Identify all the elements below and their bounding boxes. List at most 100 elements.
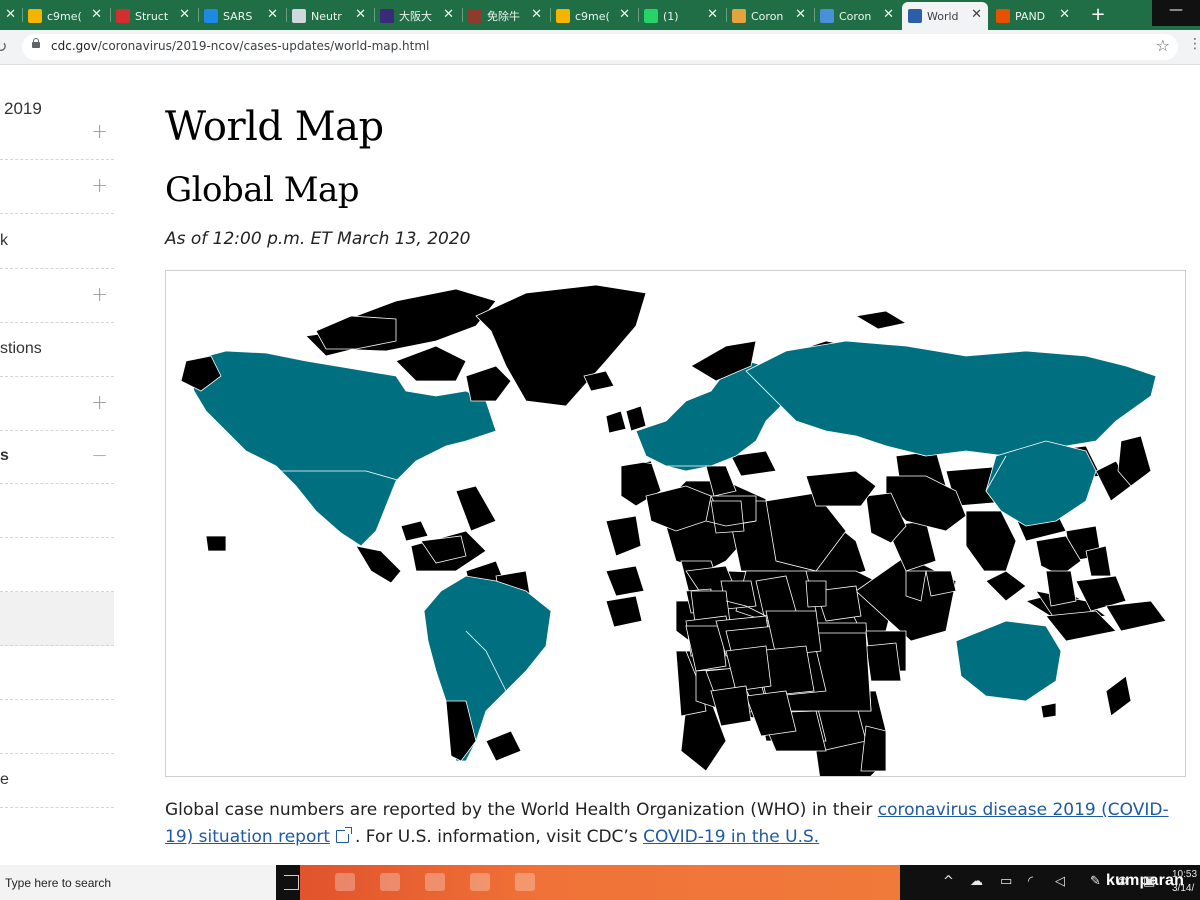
malaysia-region[interactable] bbox=[1045, 570, 1077, 607]
turkey-region[interactable] bbox=[805, 470, 877, 507]
taskbar-clock[interactable]: 10:53 3/14/ bbox=[1172, 868, 1197, 896]
browser-tab[interactable]: Coron ✕ bbox=[814, 2, 900, 30]
hawaii-region[interactable] bbox=[205, 535, 227, 552]
sri-lanka-region[interactable] bbox=[925, 570, 957, 597]
sidebar-item[interactable] bbox=[0, 646, 114, 700]
sidebar-item[interactable]: s − bbox=[0, 430, 114, 484]
cloud-icon[interactable]: ☁ bbox=[970, 874, 983, 889]
sidebar-item[interactable] bbox=[0, 538, 114, 592]
browser-tab[interactable]: Coron ✕ bbox=[726, 2, 812, 30]
minimize-window-button[interactable]: — bbox=[1152, 0, 1200, 26]
philippines-region[interactable] bbox=[1085, 545, 1112, 577]
sidebar-item[interactable]: k bbox=[0, 215, 114, 269]
reload-icon[interactable]: ↻ bbox=[0, 37, 7, 56]
canada-north-region[interactable] bbox=[395, 345, 467, 382]
expand-icon[interactable]: + bbox=[91, 173, 108, 197]
australia-affected[interactable] bbox=[955, 620, 1062, 702]
pen-icon[interactable]: ✎ bbox=[1090, 874, 1101, 889]
png-region[interactable] bbox=[1105, 600, 1167, 632]
world-map[interactable] bbox=[165, 270, 1186, 777]
caribbean-region[interactable] bbox=[455, 485, 497, 532]
close-circle-icon[interactable]: ⊗ bbox=[1117, 874, 1128, 889]
expand-icon[interactable]: + bbox=[91, 119, 108, 143]
close-tab-icon[interactable]: ✕ bbox=[707, 8, 718, 22]
address-bar[interactable]: cdc.gov/coronavirus/2019-ncov/cases-upda… bbox=[22, 34, 1178, 60]
browser-tab[interactable]: 大阪大 ✕ bbox=[374, 2, 460, 30]
office-icon[interactable] bbox=[515, 873, 535, 891]
sidebar-item[interactable]: e bbox=[0, 754, 114, 808]
browser-tab[interactable]: World ✕ bbox=[902, 2, 988, 30]
expand-icon[interactable]: + bbox=[91, 390, 108, 414]
expand-icon[interactable]: + bbox=[91, 282, 108, 306]
arctic-island-region-2[interactable] bbox=[854, 310, 908, 330]
browser-tab[interactable]: c9me( ✕ bbox=[22, 2, 108, 30]
close-tab-icon[interactable]: ✕ bbox=[443, 8, 454, 22]
task-view-icon[interactable] bbox=[284, 875, 299, 890]
close-tab-icon[interactable]: ✕ bbox=[1059, 8, 1070, 22]
close-tab-icon[interactable]: ✕ bbox=[267, 8, 278, 22]
mexico-south-region[interactable] bbox=[355, 545, 402, 584]
sidebar-item[interactable] bbox=[0, 700, 114, 754]
south-america-affected[interactable] bbox=[423, 575, 552, 762]
close-tab-icon[interactable]: ✕ bbox=[531, 8, 542, 22]
south-atlantic-region[interactable] bbox=[485, 730, 522, 762]
tasmania-region[interactable] bbox=[1040, 702, 1057, 719]
close-tab-icon[interactable]: ✕ bbox=[179, 8, 190, 22]
belize-region[interactable] bbox=[400, 520, 429, 542]
browser-tab[interactable]: c9me(✕ bbox=[550, 2, 636, 30]
browser-tab[interactable]: Struct ✕ bbox=[110, 2, 196, 30]
chrome-icon[interactable] bbox=[470, 873, 490, 891]
covid-us-link[interactable]: COVID-19 in the U.S. bbox=[643, 827, 819, 847]
brand-overlay-band: kumparan bbox=[300, 865, 1184, 900]
close-tab-icon[interactable]: ✕ bbox=[883, 8, 894, 22]
somalia-region[interactable] bbox=[865, 642, 902, 682]
egypt-region[interactable] bbox=[710, 500, 745, 534]
notification-icon[interactable]: ▣ bbox=[1143, 874, 1155, 889]
file-explorer-icon[interactable] bbox=[335, 873, 355, 891]
bookmark-star-icon[interactable]: ☆ bbox=[1156, 36, 1170, 55]
close-tab-icon[interactable]: ✕ bbox=[355, 8, 366, 22]
new-tab-button[interactable]: + bbox=[1088, 4, 1108, 26]
sidebar-item[interactable]: + bbox=[0, 377, 114, 431]
sidebar-item[interactable]: + bbox=[0, 106, 114, 160]
sidebar-item[interactable]: + bbox=[0, 160, 114, 214]
browser-tab[interactable]: SARS ✕ bbox=[198, 2, 284, 30]
close-tab-icon[interactable]: ✕ bbox=[91, 8, 102, 22]
senegal-region[interactable] bbox=[605, 565, 645, 597]
browser-tab[interactable]: 免除牛 ✕ bbox=[462, 2, 548, 30]
store-icon[interactable] bbox=[380, 873, 400, 891]
sidebar-item[interactable]: + bbox=[0, 269, 114, 323]
sudan-teal-region[interactable] bbox=[805, 580, 827, 608]
browser-tab[interactable]: PAND ✕ bbox=[990, 2, 1076, 30]
close-tab-icon[interactable]: ✕ bbox=[795, 8, 806, 22]
sidebar-item[interactable]: stions bbox=[0, 323, 114, 377]
url-text[interactable]: cdc.gov/coronavirus/2019-ncov/cases-upda… bbox=[51, 39, 429, 53]
close-tab-icon[interactable]: ✕ bbox=[5, 8, 16, 22]
russia-affected[interactable] bbox=[745, 340, 1157, 457]
sidebar-item[interactable] bbox=[0, 484, 114, 538]
wifi-icon[interactable]: ◜ bbox=[1028, 874, 1033, 889]
guinea-teal-region[interactable] bbox=[605, 595, 643, 628]
battery-icon[interactable]: ▭ bbox=[1000, 874, 1012, 889]
browser-tab[interactable]: Neutr ✕ bbox=[286, 2, 372, 30]
close-tab-icon[interactable]: ✕ bbox=[971, 8, 982, 22]
close-tab-icon[interactable]: ✕ bbox=[619, 8, 630, 22]
browser-tab[interactable]: ✕ bbox=[0, 2, 22, 30]
taskbar-search-box[interactable]: Type here to search bbox=[0, 865, 276, 900]
volume-icon[interactable]: ◁ bbox=[1055, 874, 1065, 889]
britain-region[interactable] bbox=[625, 405, 647, 432]
browser-tab[interactable]: (1) ✕ bbox=[638, 2, 724, 30]
indonesia-teal-region[interactable] bbox=[985, 570, 1027, 602]
lock-icon[interactable] bbox=[32, 38, 40, 48]
india-region[interactable] bbox=[965, 510, 1017, 572]
sidebar-item[interactable] bbox=[0, 592, 114, 646]
mail-icon[interactable] bbox=[425, 873, 445, 891]
new-zealand-region[interactable] bbox=[1105, 675, 1132, 717]
labrador-region[interactable] bbox=[465, 365, 512, 402]
west-sahara-region[interactable] bbox=[605, 515, 642, 557]
tab-label: c9me( bbox=[47, 9, 82, 23]
chevron-up-icon[interactable]: ^ bbox=[943, 874, 954, 889]
browser-menu-icon[interactable]: ⋮ bbox=[1188, 36, 1200, 52]
ireland-region[interactable] bbox=[605, 410, 627, 434]
collapse-icon[interactable]: − bbox=[91, 443, 108, 467]
